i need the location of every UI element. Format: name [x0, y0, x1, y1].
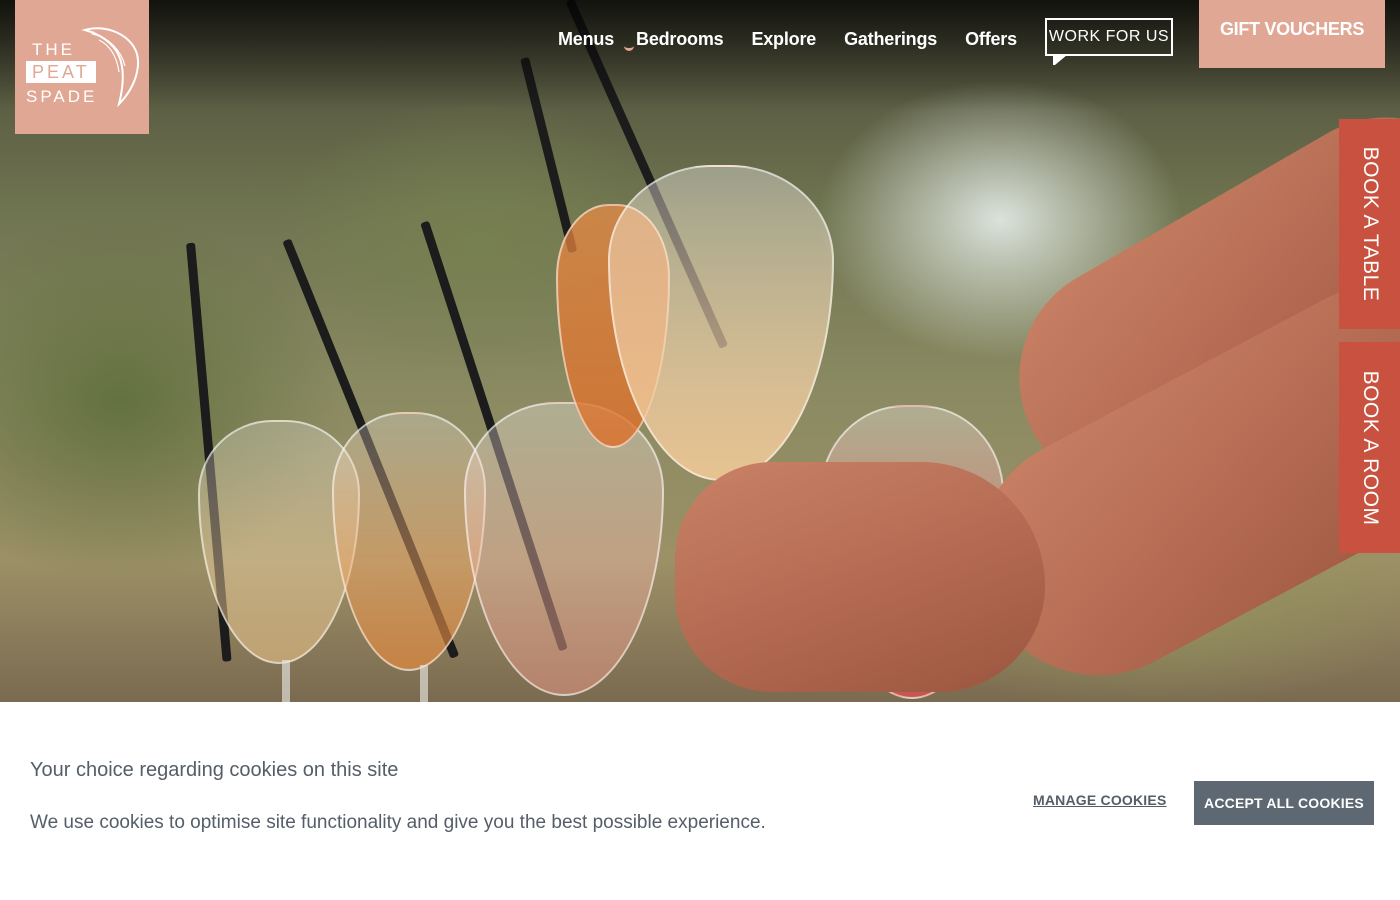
nav-item-menus[interactable]: Menus [558, 28, 635, 51]
glass-stem [420, 665, 428, 702]
speech-bubble-tail-icon [1053, 55, 1067, 65]
cocktail-glass [332, 412, 486, 671]
accept-all-cookies-button[interactable]: ACCEPT ALL COOKIES [1194, 781, 1374, 825]
site-logo[interactable]: THE PEAT SPADE [15, 0, 149, 134]
nav-item-explore[interactable]: Explore [751, 29, 816, 50]
nav-item-menus-label: Menus [558, 28, 615, 49]
header-gradient [0, 0, 1400, 110]
main-nav: Menus Bedrooms Explore Gatherings Offers [544, 26, 1031, 52]
fish-icon [81, 27, 139, 108]
glass-stem [282, 660, 290, 702]
book-room-tab[interactable]: BOOK A ROOM [1339, 342, 1400, 553]
nav-item-offers[interactable]: Offers [965, 29, 1017, 50]
manage-cookies-link[interactable]: MANAGE COOKIES [1033, 792, 1166, 808]
book-room-label: BOOK A ROOM [1358, 370, 1382, 525]
cookie-banner-title: Your choice regarding cookies on this si… [30, 759, 399, 781]
cookie-banner: Your choice regarding cookies on this si… [0, 702, 1400, 900]
nav-item-gatherings[interactable]: Gatherings [844, 29, 937, 50]
book-table-tab[interactable]: BOOK A TABLE [1339, 119, 1400, 329]
book-table-label: BOOK A TABLE [1358, 146, 1382, 302]
chevron-down-icon[interactable] [624, 42, 635, 51]
work-for-us-button[interactable]: WORK FOR US [1045, 18, 1173, 56]
gift-vouchers-button[interactable]: GIFT VOUCHERS [1199, 0, 1385, 68]
cocktail-glass [464, 402, 664, 696]
hand [675, 462, 1045, 692]
cookie-banner-text: We use cookies to optimise site function… [30, 812, 766, 833]
nav-item-bedrooms[interactable]: Bedrooms [636, 29, 724, 50]
logo-word-the: THE [32, 40, 75, 59]
